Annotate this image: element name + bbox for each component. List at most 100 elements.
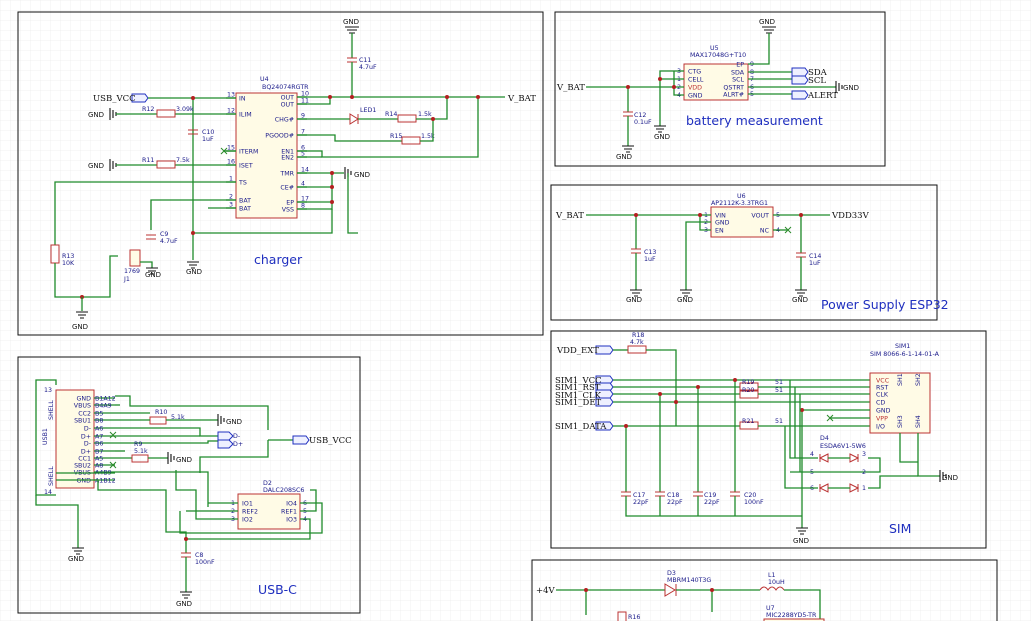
usb1-pin-name: D+ [81, 434, 91, 441]
net-gnd-label: GND [343, 18, 359, 26]
junction [330, 185, 334, 189]
u4-pin-name: CHG# [275, 117, 294, 124]
r11-val: 7.5k [176, 157, 190, 164]
c18-ref: C18 [667, 492, 679, 499]
gnd-label: GND [626, 296, 642, 304]
usb1-pin-number: B4A9 [95, 403, 112, 410]
gnd-label: GND [793, 537, 809, 545]
dp-label: D+ [233, 441, 243, 448]
usb1-pin-number: A6 [95, 426, 103, 433]
junction [710, 588, 714, 592]
usb1-pin-name: D- [84, 441, 91, 448]
d2-pin-name: REF2 [242, 509, 258, 516]
u5-pin-name: CTG [688, 69, 701, 76]
usb1-pin-name: GND [77, 396, 92, 403]
r11-ref: R11 [142, 157, 154, 164]
v-bat-label: V_BAT [555, 211, 584, 221]
r12-ref: R12 [142, 106, 154, 113]
r16-ref: R16 [628, 614, 640, 621]
gnd-label: GND [616, 153, 632, 161]
junction [431, 117, 435, 121]
u4-pin-name: TMR [279, 171, 294, 178]
alert-flag [791, 90, 809, 100]
gnd-label: GND [759, 18, 775, 26]
junction [191, 231, 195, 235]
c8-val: 100nF [195, 559, 215, 566]
sim1-shell-name: SH4 [915, 415, 922, 428]
u7-ref: U7 [766, 605, 775, 612]
c20-val: 100nF [744, 499, 764, 506]
u6-pin-name: VOUT [751, 213, 769, 220]
usb1-pin-number: B6 [95, 441, 103, 448]
junction [799, 213, 803, 217]
r14-ref: R14 [385, 111, 397, 118]
u5-pin-name: SDA [731, 70, 745, 77]
usb1-pin-number: A5 [95, 456, 103, 463]
r9-ref: R9 [134, 441, 142, 448]
d4-pin-number: 3 [862, 451, 866, 458]
usb-vcc-flag [292, 435, 310, 445]
u4-pin-name: VSS [282, 207, 294, 214]
u6-pin-name: VIN [715, 213, 726, 220]
usb1-pin-number: B1A12 [95, 396, 116, 403]
usb1-pin-number: B5 [95, 411, 103, 418]
gnd-label: GND [186, 268, 202, 276]
u5-pin-name: VDD [688, 85, 702, 92]
sim1-shell-name: SH2 [915, 373, 922, 386]
v-bat-label: V_BAT [556, 83, 585, 93]
usb1-pin-name: GND [77, 478, 92, 485]
l1-ref: L1 [768, 572, 776, 579]
usb1-pin-name: CC2 [78, 411, 91, 418]
u6-part: AP2112K-3.3TRG1 [711, 200, 768, 207]
usb1-pin-number: B8 [95, 418, 103, 425]
sim1-shell-name: SH3 [897, 415, 904, 428]
shell-top: SHELL [48, 400, 55, 420]
u4-pin-name: OUT [281, 95, 295, 102]
junction [445, 95, 449, 99]
r19-ref: R19 [742, 379, 754, 386]
c18-val: 22pF [667, 499, 683, 506]
j1-connector[interactable] [129, 249, 141, 267]
u4-pin-name: ISET [239, 163, 253, 170]
r18-val: 4.7k [630, 339, 644, 346]
u4-pin-name: ILIM [239, 112, 252, 119]
usb1-pin-number: B7 [95, 449, 103, 456]
c9-val: 4.7uF [160, 238, 178, 245]
gnd-label: GND [942, 474, 958, 482]
u5-part: MAX17048G+T10 [690, 52, 746, 59]
c11-ref: C11 [359, 57, 371, 64]
schematic-sheet: charger U4 BQ24074RGTR 13IN12ILIM15ITERM… [0, 0, 1031, 621]
usb1-pin-name: D- [84, 426, 91, 433]
c12-val: 0.1uF [634, 119, 652, 126]
power-title: Power Supply ESP32 [821, 297, 949, 312]
r9-val: 5.1k [134, 448, 148, 455]
c19-val: 22pF [704, 499, 720, 506]
u4-pin-name: CE# [280, 185, 294, 192]
junction [350, 95, 354, 99]
gnd-label: GND [354, 171, 370, 179]
junction [696, 385, 700, 389]
junction [330, 171, 334, 175]
gnd-label: GND [677, 296, 693, 304]
sim1-ref: SIM1 [895, 343, 910, 350]
u4-pin-name: EN2 [281, 155, 294, 162]
sim1-pin-name: VCC [876, 378, 890, 385]
gnd-label: GND [792, 296, 808, 304]
d2-pin-name: IO4 [286, 501, 297, 508]
usb1-pin-name: SBU2 [74, 463, 91, 470]
d2-pin-name: IO1 [242, 501, 253, 508]
junction [634, 213, 638, 217]
u6-pin-name: EN [715, 228, 724, 235]
u4-pin-name: IN [239, 96, 246, 103]
sim1-pin-name: RST [876, 385, 888, 392]
junction [658, 392, 662, 396]
usb1-pin-name: D+ [81, 449, 91, 456]
c13-ref: C13 [644, 249, 656, 256]
d3-ref: D3 [667, 570, 676, 577]
gnd-label: GND [88, 111, 104, 119]
gnd-label: GND [176, 456, 192, 464]
c9-ref: C9 [160, 231, 168, 238]
gnd-label: GND [68, 555, 84, 563]
sim1-pin-name: CLK [876, 392, 889, 399]
d4-part: ESDA6V1-5W6 [820, 443, 866, 450]
